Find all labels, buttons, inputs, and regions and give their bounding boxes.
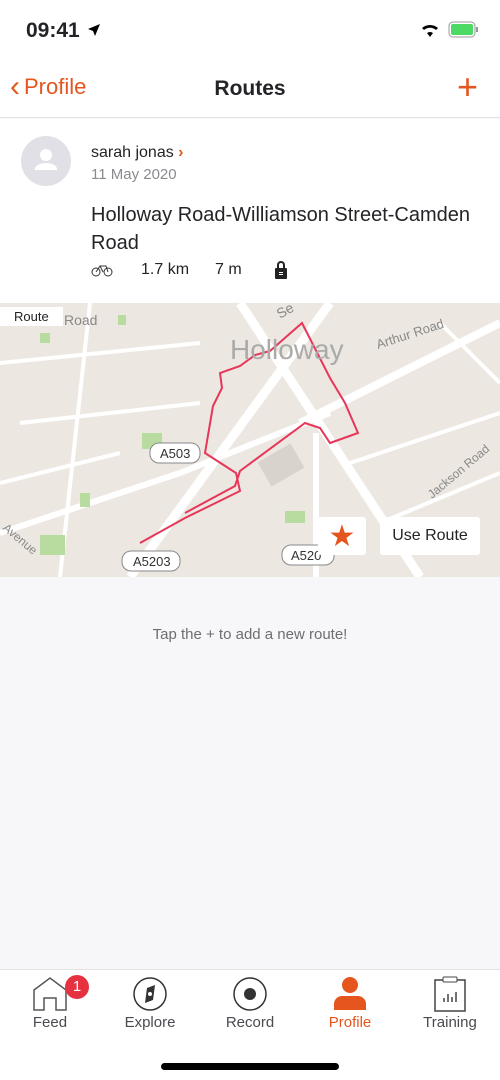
tab-record[interactable]: Record xyxy=(200,970,300,1040)
battery-icon xyxy=(448,21,478,38)
tab-label: Profile xyxy=(328,1014,372,1031)
clipboard-chart-icon xyxy=(434,976,466,1012)
location-arrow-icon xyxy=(88,24,100,36)
tab-training[interactable]: Training xyxy=(400,970,500,1040)
subscriber-chevron-icon: › xyxy=(178,144,184,161)
route-stats: 1.7 km 7 m xyxy=(91,261,288,279)
status-bar: 09:41 xyxy=(0,0,500,60)
lock-icon xyxy=(274,261,287,279)
compass-icon xyxy=(133,977,167,1011)
map-label: Arthur Road xyxy=(374,316,445,352)
person-icon xyxy=(334,977,366,1010)
map-label: Se xyxy=(274,303,297,322)
map-road-sign: A503 xyxy=(160,446,190,461)
clock: 09:41 xyxy=(26,19,80,42)
tab-label: Explore xyxy=(124,1014,176,1031)
nav-bar: ‹ Profile Routes + xyxy=(0,60,500,118)
tab-label: Feed xyxy=(32,1014,68,1031)
tab-explore[interactable]: Explore xyxy=(100,970,200,1040)
tab-label: Record xyxy=(225,1014,275,1031)
map-road-sign: A520 xyxy=(291,548,321,563)
record-icon xyxy=(233,977,267,1011)
notification-badge: 1 xyxy=(65,975,89,999)
map-road-sign: A5203 xyxy=(133,554,171,569)
map-tag: Route xyxy=(0,307,63,326)
athlete-name[interactable]: sarah jonas › xyxy=(91,144,184,162)
use-route-button[interactable]: Use Route xyxy=(380,517,480,555)
athlete-name-text: sarah jonas xyxy=(91,144,174,161)
route-title[interactable]: Holloway Road-Williamson Street-Camden R… xyxy=(91,201,471,257)
wifi-icon xyxy=(422,24,438,37)
tab-profile[interactable]: Profile xyxy=(300,970,400,1040)
empty-hint: Tap the + to add a new route! xyxy=(152,626,348,643)
star-route-button[interactable]: ★ xyxy=(318,517,366,555)
plus-icon[interactable]: + xyxy=(457,66,478,108)
star-icon: ★ xyxy=(328,519,356,553)
page-title: Routes xyxy=(214,77,286,100)
tab-feed[interactable]: 1 Feed xyxy=(0,970,100,1040)
bike-icon xyxy=(91,265,113,277)
tab-label: Training xyxy=(423,1014,477,1031)
home-icon xyxy=(33,977,67,1011)
map-label: Road xyxy=(64,312,97,328)
distance: 1.7 km xyxy=(141,261,190,278)
avatar[interactable] xyxy=(21,136,71,186)
route-card[interactable]: sarah jonas › 11 May 2020 Holloway Road-… xyxy=(0,119,500,303)
map-label: Holloway xyxy=(230,334,344,365)
route-date: 11 May 2020 xyxy=(91,166,177,183)
home-indicator xyxy=(161,1063,339,1070)
elevation: 7 m xyxy=(215,261,242,278)
